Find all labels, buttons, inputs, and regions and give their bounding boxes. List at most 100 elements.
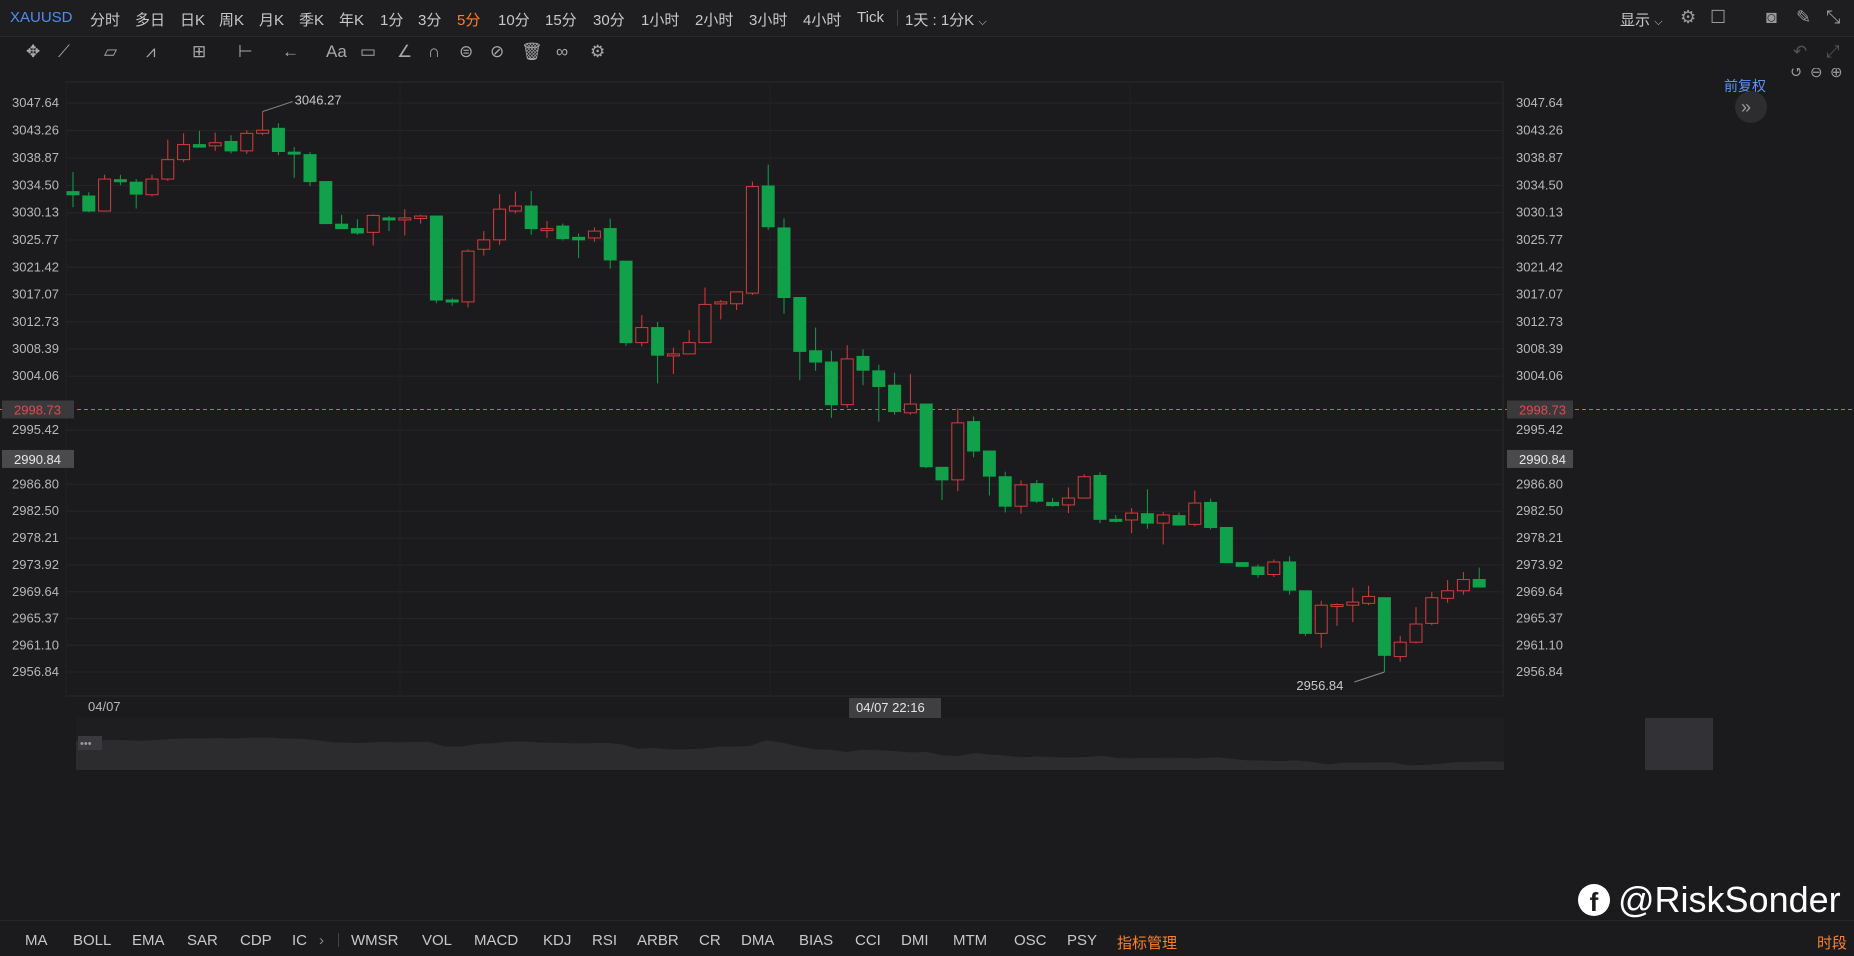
indicator-wmsr[interactable]: WMSR [351,932,399,949]
channel-tool-icon[interactable]: ▱ [104,42,117,62]
candle-body [698,303,712,344]
kline-chart[interactable]: 3047.64 3047.64 3043.26 3043.26 3038.87 3038.… [0,68,1854,920]
indicator-boll[interactable]: BOLL [73,932,111,949]
range-tool-icon[interactable]: ⊢ [238,42,253,62]
indicator-macd[interactable]: MACD [474,932,518,949]
candle-body [319,181,333,225]
indicator-vol[interactable]: VOL [422,932,452,949]
indicator-cr[interactable]: CR [699,932,721,949]
more-icon: ••• [80,738,92,750]
indicator-dma[interactable]: DMA [741,932,774,949]
candle-body [145,178,159,196]
grid-layer [0,81,1854,697]
indicator-cci[interactable]: CCI [855,932,881,949]
candle-body [777,227,791,299]
indicator-ma[interactable]: MA [25,932,48,949]
period-15min[interactable]: 15分 [545,9,577,30]
indicator-arbr[interactable]: ARBR [637,932,679,949]
indicator-psy[interactable]: PSY [1067,932,1097,949]
navigator[interactable]: ••• [76,718,1713,770]
period-year[interactable]: 年K [339,9,364,30]
indicator-ema[interactable]: EMA [132,932,165,949]
chevron-down-icon: ⌵ [1654,16,1663,28]
arrow-tool-icon[interactable]: ← [282,42,299,62]
candle-body [1204,501,1218,528]
candle-body [714,301,728,305]
period-1min[interactable]: 1分 [380,9,403,30]
period-3min[interactable]: 3分 [418,9,441,30]
candle-body [998,476,1012,507]
hide-icon[interactable]: ⊘ [490,42,504,62]
y-tick-label-left: 3034.50 [12,177,59,192]
candle-body [1188,502,1202,525]
candle-body [1061,497,1075,506]
period-tick[interactable]: Tick [857,9,884,26]
candle-body [240,132,254,152]
candle-body [129,181,143,195]
indicator-ic[interactable]: IC [292,932,307,949]
y-tick-label-right: 2961.10 [1516,637,1563,652]
text-tool-icon[interactable]: Aa [326,42,347,62]
y-tick-label-right: 2982.50 [1516,503,1563,518]
indicator-sar[interactable]: SAR [187,932,218,949]
shrink-icon[interactable]: ⤡ [1826,7,1840,27]
multi-chart-select[interactable]: 1天 : 1分K ⌵ [905,9,987,30]
y-tick-label-left: 3021.42 [12,259,59,274]
chevron-right-icon[interactable]: › [319,932,324,949]
move-icon[interactable]: ✥ [26,42,40,62]
candle-body [556,225,570,240]
plot-area [65,81,1504,697]
candle-body [540,228,554,232]
candle-body [1330,604,1344,608]
display-select[interactable]: 显示 ⌵ [1620,9,1663,30]
y-tick-label-left: 2961.10 [12,637,59,652]
lock-icon[interactable]: ⊜ [459,42,473,62]
indicator-kdj[interactable]: KDJ [543,932,571,949]
period-10min[interactable]: 10分 [498,9,530,30]
candle-body [840,358,854,406]
settings-icon[interactable]: ⚙ [590,42,605,62]
magnet-icon[interactable]: ∩ [428,42,440,62]
period-week[interactable]: 周K [219,9,244,30]
line-tool-icon[interactable]: ⟋ [58,42,70,62]
fib-tool-icon[interactable]: ⊞ [192,42,206,62]
indicator-cdp[interactable]: CDP [240,932,272,949]
candle-body [66,191,80,196]
wave-tool-icon[interactable]: ⩘ [146,42,156,62]
trash-icon[interactable]: 🗑 [521,42,543,62]
period-month[interactable]: 月K [259,9,284,30]
y-tick-label-right: 3012.73 [1516,314,1563,329]
indicator-rsi[interactable]: RSI [592,932,617,949]
period-day[interactable]: 日K [180,9,205,30]
candle-body [967,421,981,452]
indicator-mtm[interactable]: MTM [953,932,987,949]
indicator-manage-button[interactable]: 指标管理 [1117,932,1177,953]
comment-tool-icon[interactable]: ▭ [360,42,376,62]
period-fenshi[interactable]: 分时 [90,9,120,30]
period-30min[interactable]: 30分 [593,9,625,30]
indicator-dmi[interactable]: DMI [901,932,929,949]
period-duori[interactable]: 多日 [135,9,165,30]
period-3h[interactable]: 3小时 [749,9,787,30]
settings-icon[interactable]: ⚙ [1680,7,1696,27]
display-label: 显示 [1620,12,1651,29]
indicator-bias[interactable]: BIAS [799,932,833,949]
camera-icon[interactable]: ◙ [1766,7,1777,27]
period-2h[interactable]: 2小时 [695,9,733,30]
time-segment-button[interactable]: 时段 [1817,932,1847,953]
layout-icon[interactable]: ☐ [1710,7,1726,27]
pen-tool-icon[interactable]: ∠ [397,42,412,62]
indicator-osc[interactable]: OSC [1014,932,1047,949]
period-5min[interactable]: 5分 [457,9,480,30]
y-tick-label-left: 3008.39 [12,341,59,356]
candle-body [493,208,507,241]
y-tick-label-right: 2973.92 [1516,557,1563,572]
period-1h[interactable]: 1小时 [641,9,679,30]
undo-icon[interactable]: ↶ [1793,42,1807,62]
period-4h[interactable]: 4小时 [803,9,841,30]
period-quarter[interactable]: 季K [299,9,324,30]
link-icon[interactable]: ∞ [556,42,568,62]
draw-icon[interactable]: ✎ [1796,7,1811,27]
redo-icon[interactable]: ⤢ [1826,42,1840,62]
symbol-label[interactable]: XAUUSD [10,9,73,26]
